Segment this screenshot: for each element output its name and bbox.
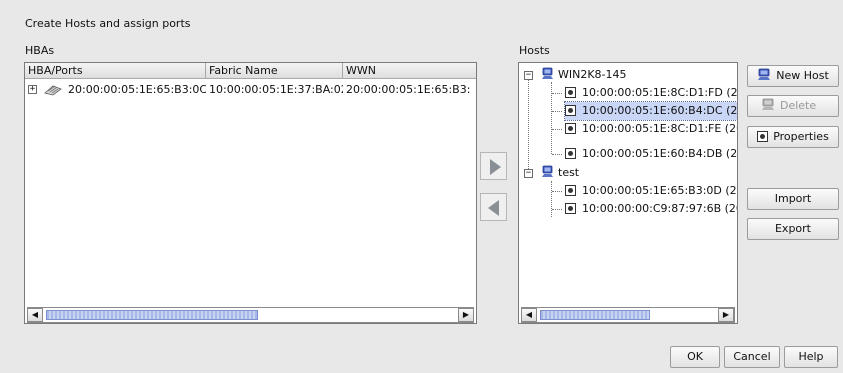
port-icon — [565, 123, 576, 134]
new-host-button[interactable]: New Host — [747, 65, 839, 87]
tree-connector — [552, 191, 562, 192]
collapse-toggle[interactable]: − — [524, 71, 533, 80]
arrow-right-icon — [490, 159, 501, 175]
port-wwn: 10:00:00:05:1E:8C:D1:FE (20 — [582, 122, 738, 135]
tree-port-item[interactable]: 10:00:00:05:1E:65:B3:0D (20 — [565, 182, 738, 200]
dialog-title: Create Hosts and assign ports — [25, 17, 191, 30]
scroll-thumb[interactable] — [540, 310, 650, 320]
tree-connector — [552, 209, 562, 210]
tree-port-item-selected[interactable]: 10:00:00:05:1E:60:B4:DC (20 — [564, 101, 738, 121]
add-to-host-button[interactable] — [480, 152, 507, 180]
help-button[interactable]: Help — [784, 346, 838, 368]
host-computer-icon — [757, 68, 771, 88]
hba-port-cell: 20:00:00:05:1E:65:B3:0C — [68, 83, 206, 96]
expand-toggle[interactable]: + — [28, 85, 37, 94]
port-icon — [565, 105, 576, 116]
fabric-name-cell: 10:00:00:05:1E:37:BA:02 — [209, 83, 343, 96]
delete-button[interactable]: Delete — [747, 95, 839, 117]
host-name: WIN2K8-145 — [558, 68, 627, 81]
column-header-wwn[interactable]: WWN — [343, 63, 478, 79]
port-wwn: 10:00:00:00:C9:87:97:6B (20 — [582, 202, 738, 215]
tree-port-item[interactable]: 10:00:00:05:1E:8C:D1:FE (20 — [565, 120, 738, 138]
port-wwn: 10:00:00:05:1E:60:B4:DC (20 — [582, 104, 738, 117]
port-icon — [565, 87, 576, 98]
cancel-button[interactable]: Cancel — [724, 346, 780, 368]
tree-connector — [552, 129, 562, 130]
port-wwn: 10:00:00:05:1E:8C:D1:FD (20 — [582, 86, 738, 99]
ok-button[interactable]: OK — [670, 346, 720, 368]
import-button[interactable]: Import — [747, 188, 839, 210]
tree-host-win2k8-145[interactable]: WIN2K8-145 — [541, 66, 627, 84]
port-icon — [757, 131, 769, 142]
tree-connector — [552, 154, 562, 155]
host-computer-icon — [761, 98, 775, 118]
hosts-label: Hosts — [519, 44, 550, 57]
tree-port-item[interactable]: 10:00:00:00:C9:87:97:6B (20 — [565, 200, 738, 218]
hosts-horizontal-scrollbar[interactable]: ◀ ▶ — [521, 307, 735, 323]
host-computer-icon — [541, 67, 554, 80]
scroll-right-button[interactable]: ▶ — [458, 308, 474, 322]
hba-table-header: HBA/Ports Fabric Name WWN — [25, 63, 476, 79]
tree-connector — [552, 111, 562, 112]
delete-label: Delete — [780, 99, 817, 112]
wwn-cell: 20:00:00:05:1E:65:B3: — [346, 83, 471, 96]
hbas-label: HBAs — [25, 44, 55, 57]
scroll-thumb[interactable] — [46, 310, 258, 320]
tree-connector — [551, 181, 552, 217]
port-wwn: 10:00:00:05:1E:65:B3:0D (20 — [582, 184, 738, 197]
scroll-left-button[interactable]: ◀ — [521, 308, 537, 322]
hba-horizontal-scrollbar[interactable]: ◀ ▶ — [27, 307, 474, 323]
host-name: test — [558, 166, 580, 179]
tree-port-item[interactable]: 10:00:00:05:1E:60:B4:DB (20 — [565, 145, 738, 163]
hba-table[interactable]: HBA/Ports Fabric Name WWN + 20:00:00:05:… — [24, 62, 477, 324]
arrow-left-icon — [488, 200, 499, 216]
port-icon — [565, 185, 576, 196]
host-computer-icon — [541, 165, 554, 178]
tree-connector — [552, 93, 562, 94]
table-row[interactable]: + 20:00:00:05:1E:65:B3:0C 10:00:00:05:1E… — [25, 81, 476, 99]
tree-connector — [528, 79, 529, 171]
column-header-fabric-name[interactable]: Fabric Name — [206, 63, 343, 79]
port-wwn: 10:00:00:05:1E:60:B4:DB (20 — [582, 147, 738, 160]
port-icon — [565, 203, 576, 214]
collapse-toggle[interactable]: − — [524, 169, 533, 178]
properties-button[interactable]: Properties — [747, 126, 839, 148]
tree-port-item[interactable]: 10:00:00:05:1E:8C:D1:FD (20 — [565, 84, 738, 102]
new-host-label: New Host — [776, 69, 829, 82]
hba-card-icon — [43, 83, 63, 97]
scroll-right-button[interactable]: ▶ — [718, 308, 734, 322]
column-header-hba-ports[interactable]: HBA/Ports — [25, 63, 206, 79]
tree-host-test[interactable]: test — [541, 164, 579, 182]
export-button[interactable]: Export — [747, 218, 839, 240]
scroll-left-button[interactable]: ◀ — [27, 308, 43, 322]
hosts-tree[interactable]: − WIN2K8-145 10:00:00:05:1E:8C:D1:FD (20… — [518, 62, 738, 324]
properties-label: Properties — [773, 130, 829, 143]
port-icon — [565, 148, 576, 159]
remove-from-host-button[interactable] — [480, 193, 507, 221]
